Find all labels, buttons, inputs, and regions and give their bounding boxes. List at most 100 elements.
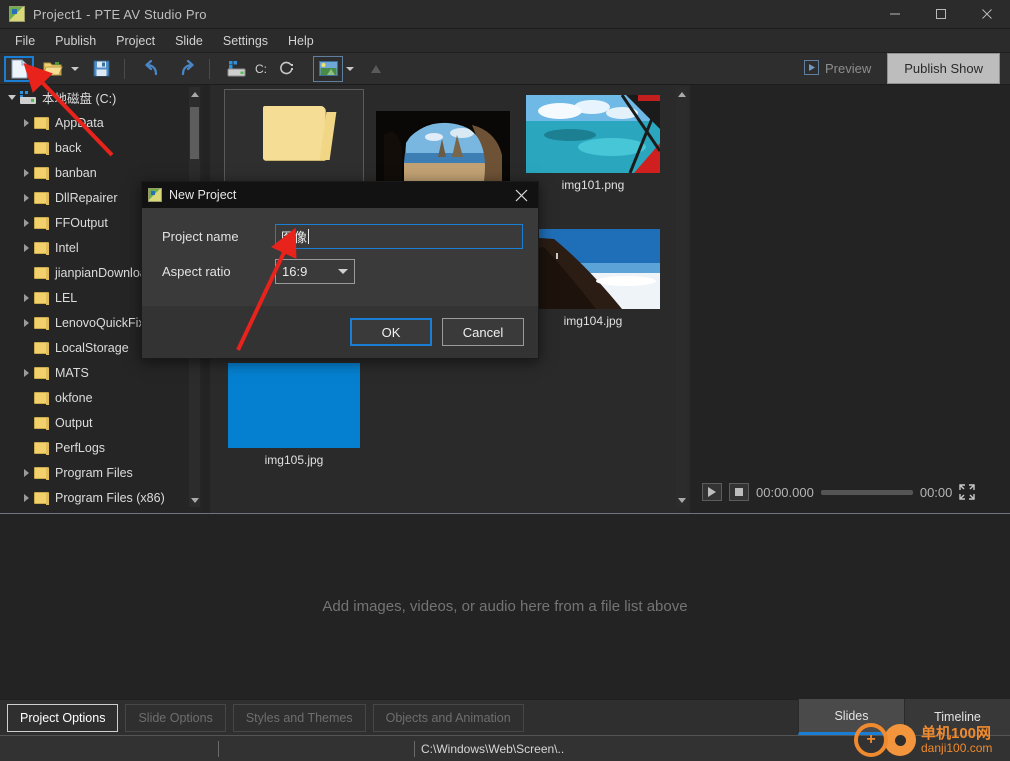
- close-button[interactable]: [964, 0, 1010, 29]
- slide-options-button[interactable]: Slide Options: [125, 703, 226, 732]
- up-arrow-icon[interactable]: [361, 56, 391, 82]
- chevron-down-icon[interactable]: [338, 269, 348, 274]
- chevron-right-icon[interactable]: [18, 118, 34, 127]
- file-item-img104[interactable]: img104.jpg: [523, 229, 663, 345]
- tree-item-mats[interactable]: MATS: [0, 360, 203, 385]
- chevron-right-icon[interactable]: [18, 493, 34, 502]
- drive-icon: [20, 91, 36, 104]
- menu-file[interactable]: File: [6, 31, 44, 51]
- objects-and-animation-button[interactable]: Objects and Animation: [372, 703, 524, 732]
- chevron-down-icon[interactable]: [4, 95, 20, 100]
- scroll-up-icon[interactable]: [189, 87, 200, 101]
- folder-icon: [34, 191, 49, 205]
- project-name-input[interactable]: 图像: [275, 224, 523, 249]
- new-project-dialog[interactable]: New Project Project name 图像 Aspect ratio: [141, 181, 539, 359]
- undo-arrow-icon[interactable]: [137, 56, 167, 82]
- folder-icon: [34, 366, 49, 380]
- dialog-body: Project name 图像 Aspect ratio 16:9: [142, 208, 538, 308]
- slide-dropzone[interactable]: Add images, videos, or audio here from a…: [0, 513, 1010, 699]
- tree-item-back[interactable]: back: [0, 135, 203, 160]
- tree-item-perflogs[interactable]: PerfLogs: [0, 435, 203, 460]
- menu-publish[interactable]: Publish: [46, 31, 105, 51]
- chevron-right-icon[interactable]: [18, 218, 34, 227]
- player-controls: 00:00.000 00:00: [692, 479, 1010, 505]
- chevron-right-icon[interactable]: [18, 368, 34, 377]
- folder-icon: [263, 106, 325, 160]
- window-controls: [872, 0, 1010, 29]
- file-label: img101.png: [561, 178, 625, 192]
- new-file-icon[interactable]: [4, 55, 34, 82]
- scroll-up-icon[interactable]: [676, 87, 687, 101]
- scroll-down-icon[interactable]: [189, 493, 200, 507]
- tab-timeline[interactable]: Timeline: [904, 699, 1010, 735]
- tree-item-label: okfone: [55, 390, 93, 405]
- file-item-folder[interactable]: [224, 89, 364, 194]
- file-list-scrollbar[interactable]: [676, 87, 687, 507]
- file-item-img105[interactable]: img105.jpg: [224, 363, 364, 473]
- tree-item-appdata[interactable]: AppData: [0, 110, 203, 135]
- tree-item-label: AppData: [55, 115, 104, 130]
- folder-icon: [34, 491, 49, 505]
- cancel-button[interactable]: Cancel: [442, 318, 524, 346]
- fullscreen-icon[interactable]: [959, 484, 976, 500]
- folder-icon: [34, 266, 49, 280]
- chevron-right-icon[interactable]: [18, 468, 34, 477]
- menu-help[interactable]: Help: [279, 31, 323, 51]
- tree-scrollbar-thumb[interactable]: [190, 107, 199, 159]
- tree-item-label: LocalStorage: [55, 340, 129, 355]
- folder-icon: [34, 416, 49, 430]
- open-dropdown-chevron-down-icon[interactable]: [68, 56, 82, 82]
- redo-arrow-icon[interactable]: [171, 56, 201, 82]
- save-disk-icon[interactable]: [86, 56, 116, 82]
- chevron-right-icon[interactable]: [18, 193, 34, 202]
- status-separator-1: [218, 740, 219, 757]
- maximize-button[interactable]: [918, 0, 964, 29]
- scroll-down-icon[interactable]: [676, 493, 687, 507]
- chevron-right-icon[interactable]: [18, 243, 34, 252]
- styles-and-themes-button[interactable]: Styles and Themes: [232, 703, 366, 732]
- play-icon[interactable]: [702, 483, 722, 501]
- project-options-button[interactable]: Project Options: [7, 703, 119, 732]
- ok-button[interactable]: OK: [350, 318, 432, 346]
- preview-button[interactable]: Preview: [794, 56, 881, 82]
- menu-settings[interactable]: Settings: [214, 31, 277, 51]
- tree-item-program-files-x86[interactable]: Program Files (x86): [0, 485, 203, 510]
- chevron-right-icon[interactable]: [18, 293, 34, 302]
- close-icon[interactable]: [510, 184, 532, 206]
- dialog-footer: OK Cancel: [142, 306, 538, 358]
- preview-play-icon: [803, 59, 819, 78]
- playback-slider[interactable]: [820, 489, 913, 495]
- drive-icon[interactable]: [222, 56, 252, 82]
- tree-item-label: Program Files (x86): [55, 490, 165, 505]
- open-folder-icon[interactable]: [38, 56, 68, 82]
- folder-icon: [34, 141, 49, 155]
- tree-item-label: MATS: [55, 365, 89, 380]
- tree-item-label: FFOutput: [55, 215, 108, 230]
- menu-slide[interactable]: Slide: [166, 31, 212, 51]
- tree-item-program-files[interactable]: Program Files: [0, 460, 203, 485]
- tree-item-root[interactable]: 本地磁盘 (C:): [0, 85, 203, 110]
- chevron-right-icon[interactable]: [18, 168, 34, 177]
- total-time-label: 00:00: [919, 484, 953, 500]
- stop-icon[interactable]: [729, 483, 749, 501]
- main-toolbar: C: Preview Publish Show: [0, 53, 1010, 85]
- tree-item-okfone[interactable]: okfone: [0, 385, 203, 410]
- toolbar-separator-1: [124, 58, 125, 79]
- tree-item-label: jianpianDownloa: [55, 265, 147, 280]
- media-filter-chevron-down-icon[interactable]: [343, 56, 357, 82]
- aspect-ratio-label: Aspect ratio: [162, 264, 231, 279]
- tree-item-output[interactable]: Output: [0, 410, 203, 435]
- minimize-button[interactable]: [872, 0, 918, 29]
- tree-item-label: Intel: [55, 240, 79, 255]
- menu-project[interactable]: Project: [107, 31, 164, 51]
- tree-item-label: LEL: [55, 290, 78, 305]
- tree-item-label: PerfLogs: [55, 440, 106, 455]
- file-item-img101[interactable]: img101.png: [523, 95, 663, 211]
- publish-show-button[interactable]: Publish Show: [887, 53, 1000, 84]
- aspect-ratio-select[interactable]: 16:9: [275, 259, 355, 284]
- chevron-right-icon[interactable]: [18, 318, 34, 327]
- tab-slides[interactable]: Slides: [798, 699, 904, 735]
- view-tab-group: Slides Timeline: [798, 699, 1010, 735]
- refresh-icon[interactable]: [271, 56, 301, 82]
- image-filter-icon[interactable]: [313, 55, 343, 82]
